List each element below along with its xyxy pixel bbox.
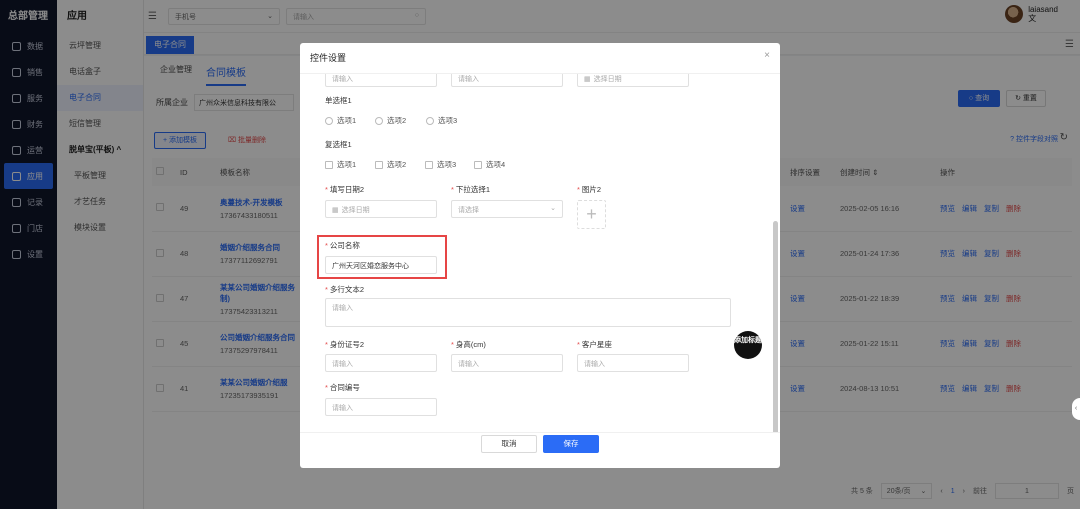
required-mark: * bbox=[577, 185, 580, 194]
idcard-label: * 身份证号2 bbox=[325, 339, 364, 350]
contract-no-label-text: 合同编号 bbox=[329, 383, 360, 392]
checkbox[interactable] bbox=[325, 160, 333, 169]
checkbox-option-4[interactable]: 选项4 bbox=[474, 159, 505, 170]
constellation-label: * 客户星座 bbox=[577, 339, 612, 350]
radio-option-3[interactable]: 选项3 bbox=[426, 115, 457, 126]
required-mark: * bbox=[325, 383, 328, 392]
image-upload-button[interactable]: + bbox=[577, 200, 606, 229]
dialog-scrollbar[interactable] bbox=[773, 221, 778, 432]
save-button[interactable]: 保存 bbox=[543, 435, 599, 453]
required-mark: * bbox=[325, 241, 328, 250]
radio-option-label: 选项3 bbox=[438, 116, 458, 125]
required-mark: * bbox=[451, 185, 454, 194]
date2-label: * 填写日期2 bbox=[325, 184, 364, 195]
radio-option-label: 选项2 bbox=[387, 116, 407, 125]
required-mark: * bbox=[325, 185, 328, 194]
dialog-title: 控件设置 bbox=[300, 43, 780, 74]
select1-label: * 下拉选择1 bbox=[451, 184, 490, 195]
required-mark: * bbox=[451, 340, 454, 349]
textarea2-label-text: 多行文本2 bbox=[329, 285, 365, 294]
radio-circle[interactable] bbox=[325, 116, 333, 125]
radio-option-1[interactable]: 选项1 bbox=[325, 115, 356, 126]
multiline-text-input[interactable]: 请输入 bbox=[325, 298, 731, 327]
top-date-input[interactable]: ▦ 选择日期 bbox=[577, 74, 689, 87]
control-settings-dialog: 控件设置 × 请输入 请输入 ▦ 选择日期 单选框1 选项1 选项2 选项3 复选… bbox=[300, 43, 780, 468]
contract-no-label: * 合同编号 bbox=[325, 382, 360, 393]
radio-option-label: 选项1 bbox=[337, 116, 357, 125]
radio-group-label: 单选框1 bbox=[325, 96, 352, 105]
contract-no-input[interactable]: 请输入 bbox=[325, 398, 437, 416]
idcard-input[interactable]: 请输入 bbox=[325, 354, 437, 372]
idcard-label-text: 身份证号2 bbox=[329, 340, 365, 349]
height-label-text: 身高(cm) bbox=[455, 340, 486, 349]
date-placeholder: 选择日期 bbox=[593, 76, 622, 83]
select1-dropdown[interactable]: 请选择 ⌄ bbox=[451, 200, 563, 218]
height-label: * 身高(cm) bbox=[451, 339, 486, 350]
checkbox-option-2[interactable]: 选项2 bbox=[375, 159, 406, 170]
checkbox[interactable] bbox=[425, 160, 433, 169]
radio-option-2[interactable]: 选项2 bbox=[375, 115, 406, 126]
image2-label-text: 图片2 bbox=[581, 185, 602, 194]
dialog-footer: 取消 保存 bbox=[300, 432, 780, 468]
chevron-down-icon: ⌄ bbox=[550, 205, 556, 212]
company-label: * 公司名称 bbox=[325, 240, 360, 251]
checkbox[interactable] bbox=[375, 160, 383, 169]
calendar-icon: ▦ bbox=[332, 207, 339, 214]
checkbox-option-label: 选项4 bbox=[486, 160, 506, 169]
select1-placeholder: 请选择 bbox=[458, 207, 479, 214]
select1-label-text: 下拉选择1 bbox=[455, 185, 491, 194]
plus-icon: + bbox=[586, 204, 597, 224]
date2-label-text: 填写日期2 bbox=[329, 185, 365, 194]
date2-input[interactable]: ▦ 选择日期 bbox=[325, 200, 437, 218]
checkbox-group-label: 复选框1 bbox=[325, 140, 352, 149]
cancel-button[interactable]: 取消 bbox=[481, 435, 537, 453]
checkbox-option-1[interactable]: 选项1 bbox=[325, 159, 356, 170]
required-mark: * bbox=[325, 340, 328, 349]
checkbox-option-label: 选项1 bbox=[337, 160, 357, 169]
calendar-icon: ▦ bbox=[584, 76, 591, 83]
radio-circle[interactable] bbox=[375, 116, 383, 125]
constellation-label-text: 客户星座 bbox=[581, 340, 612, 349]
required-mark: * bbox=[325, 285, 328, 294]
company-label-text: 公司名称 bbox=[329, 241, 360, 250]
textarea2-label: * 多行文本2 bbox=[325, 284, 364, 295]
checkbox-option-3[interactable]: 选项3 bbox=[425, 159, 456, 170]
constellation-input[interactable]: 请输入 bbox=[577, 354, 689, 372]
collapse-tab-icon[interactable]: ‹ bbox=[1072, 398, 1080, 420]
required-mark: * bbox=[577, 340, 580, 349]
image2-label: * 图片2 bbox=[577, 184, 601, 195]
top-input-1[interactable]: 请输入 bbox=[325, 74, 437, 87]
checkbox-option-label: 选项2 bbox=[387, 160, 407, 169]
company-name-input[interactable]: 广州天河区婚恋服务中心 bbox=[325, 256, 437, 274]
date2-placeholder: 选择日期 bbox=[341, 207, 370, 214]
dialog-body: 请输入 请输入 ▦ 选择日期 单选框1 选项1 选项2 选项3 复选框1 选项1 … bbox=[300, 74, 780, 432]
checkbox-option-label: 选项3 bbox=[437, 160, 457, 169]
height-input[interactable]: 请输入 bbox=[451, 354, 563, 372]
add-title-button[interactable]: 添加标题 bbox=[734, 331, 762, 359]
top-input-2[interactable]: 请输入 bbox=[451, 74, 563, 87]
radio-circle[interactable] bbox=[426, 116, 434, 125]
checkbox[interactable] bbox=[474, 160, 482, 169]
close-icon[interactable]: × bbox=[764, 50, 770, 61]
